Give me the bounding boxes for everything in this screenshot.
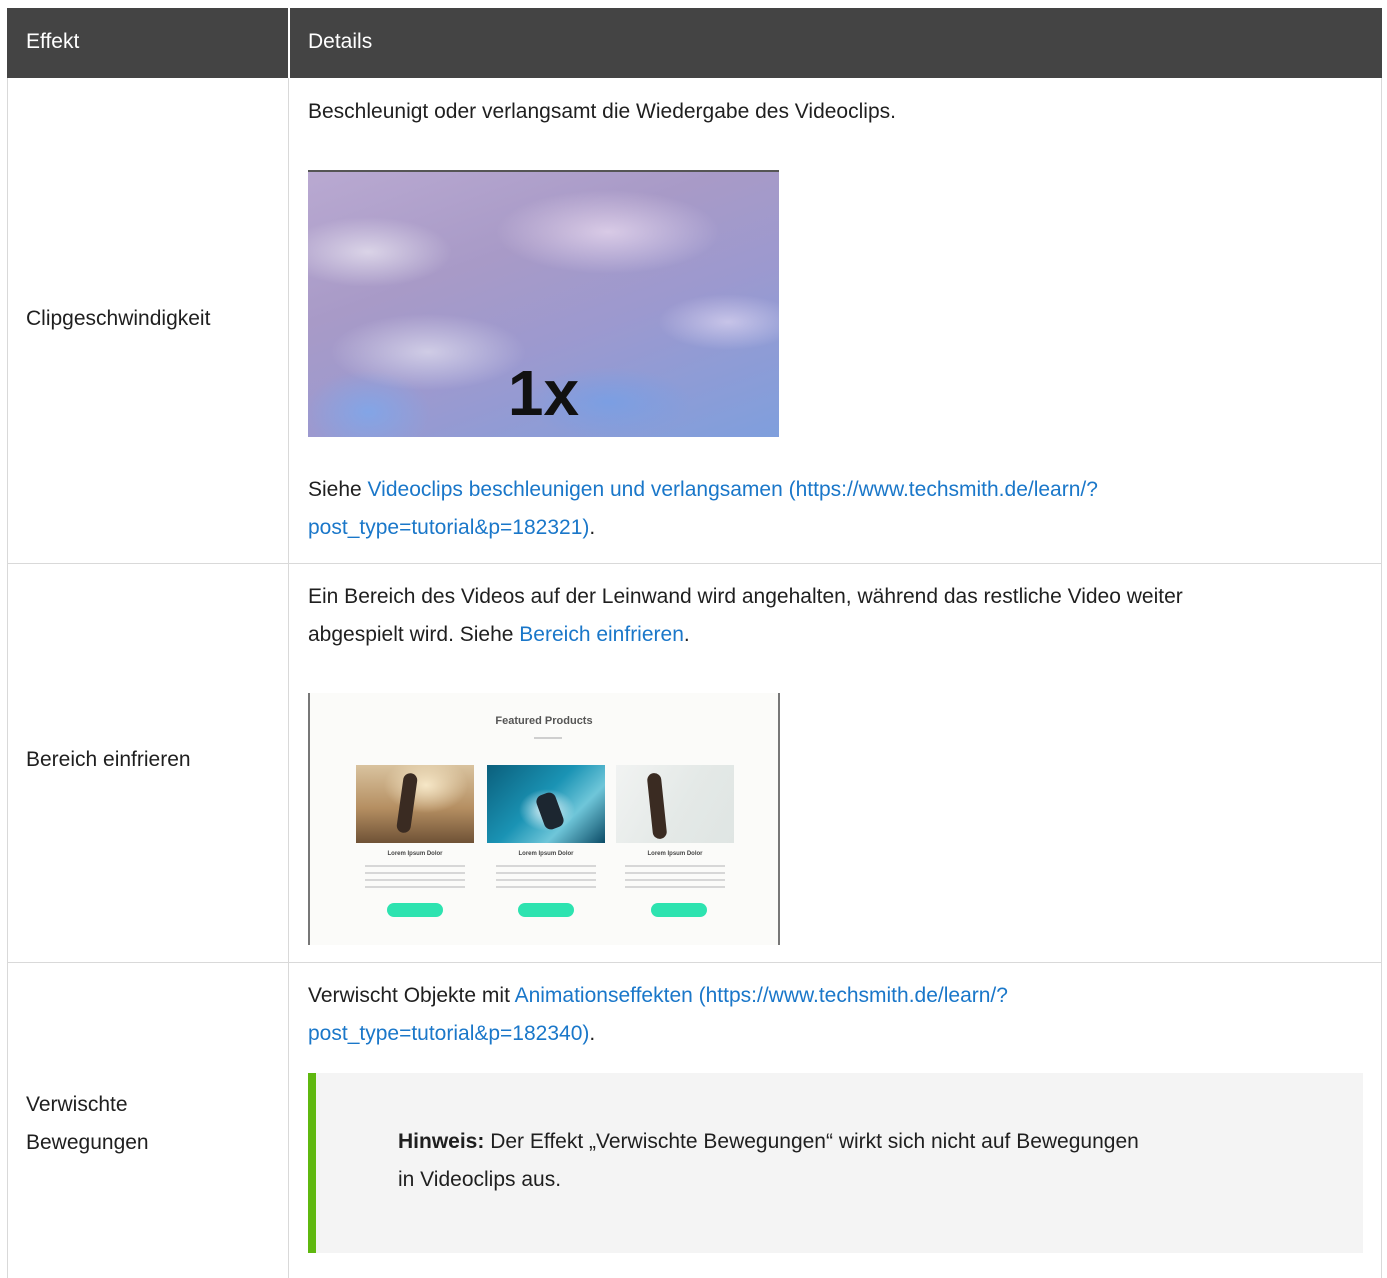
product-text xyxy=(625,865,725,889)
link-text: Videoclips beschleunigen und verlangsame… xyxy=(367,478,1098,501)
freeze-region-image: Featured Products Lorem Ipsum Dolor Lore… xyxy=(308,693,780,945)
description-suffix: . xyxy=(683,623,690,646)
effekt-label: Bewegungen xyxy=(26,1131,149,1154)
description-text: Verwischt Objekte mit xyxy=(308,984,515,1007)
column-divider xyxy=(1381,78,1382,1278)
row-divider xyxy=(7,962,1382,963)
table-row-effekt: Verwischte Bewegungen xyxy=(26,1086,276,1162)
product-button xyxy=(651,903,707,917)
row-divider xyxy=(7,563,1382,564)
header-divider xyxy=(288,8,290,78)
product-caption: Lorem Ipsum Dolor xyxy=(387,851,443,857)
effekt-label: Bereich einfrieren xyxy=(26,748,191,771)
description-text: abgespielt wird. Siehe xyxy=(308,623,520,646)
title-underline xyxy=(534,737,562,739)
description-text: Ein Bereich des Videos auf der Leinwand … xyxy=(308,585,1183,608)
note-box: Hinweis: Der Effekt „Verwischte Bewegung… xyxy=(308,1073,1363,1253)
row-description: Beschleunigt oder verlangsamt die Wieder… xyxy=(308,100,896,123)
table-row-effekt: Bereich einfrieren xyxy=(26,741,276,779)
link-text: post_type=tutorial&p=182340) xyxy=(308,1022,590,1045)
effects-table: Effekt Details Clipgeschwindigkeit Besch… xyxy=(7,8,1382,1278)
link-text: Animationseffekten (https://www.techsmit… xyxy=(514,984,1008,1007)
product-button xyxy=(387,903,443,917)
note-body: Der Effekt „Verwischte Bewegungen“ wirkt… xyxy=(484,1130,1139,1153)
row-description: Verwischt Objekte mit Animationseffekten… xyxy=(308,977,1358,1053)
videoclips-speed-link[interactable]: Videoclips beschleunigen und verlangsame… xyxy=(308,478,1098,539)
effekt-label: Verwischte xyxy=(26,1093,128,1116)
note-text: Hinweis: Der Effekt „Verwischte Bewegung… xyxy=(398,1123,1298,1199)
link-text: post_type=tutorial&p=182321) xyxy=(308,516,590,539)
table-row-effekt: Clipgeschwindigkeit xyxy=(26,300,276,338)
product-text xyxy=(496,865,596,889)
clip-speed-image: 1x xyxy=(308,170,779,437)
product-caption: Lorem Ipsum Dolor xyxy=(518,851,574,857)
product-caption: Lorem Ipsum Dolor xyxy=(647,851,703,857)
product-button xyxy=(518,903,574,917)
table-header: Effekt Details xyxy=(7,8,1382,78)
description-suffix: . xyxy=(589,1022,596,1045)
product-photo xyxy=(616,765,734,843)
bereich-einfrieren-link[interactable]: Bereich einfrieren xyxy=(519,623,684,646)
effekt-label: Clipgeschwindigkeit xyxy=(26,307,211,330)
note-body: in Videoclips aus. xyxy=(398,1168,562,1191)
note-label: Hinweis: xyxy=(398,1130,485,1153)
see-prefix: Siehe xyxy=(308,478,368,501)
speed-label: 1x xyxy=(507,357,580,429)
see-suffix: . xyxy=(589,516,596,539)
header-details: Details xyxy=(308,30,373,53)
see-also-paragraph: Siehe Videoclips beschleunigen und verla… xyxy=(308,471,1358,547)
image-title: Featured Products xyxy=(495,715,593,727)
column-divider xyxy=(288,78,289,1278)
column-divider xyxy=(7,78,8,1278)
row-description: Ein Bereich des Videos auf der Leinwand … xyxy=(308,578,1358,654)
product-text xyxy=(365,865,465,889)
header-effekt: Effekt xyxy=(26,30,80,53)
